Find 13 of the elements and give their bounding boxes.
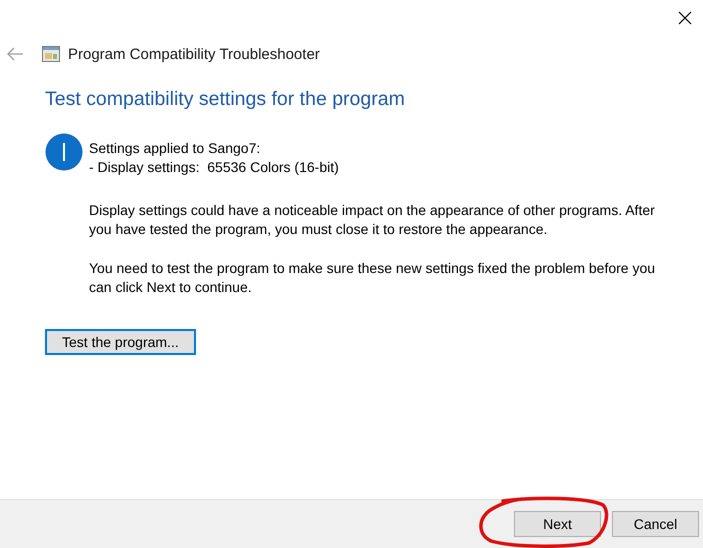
info-text: Settings applied to Sango7:	[89, 139, 262, 158]
cancel-button[interactable]: Cancel	[612, 511, 699, 537]
description-text: Display settings could have a noticeable impact on the appearance of other programs. After you have tested the program, you must close it to restore the appearance.	[89, 201, 656, 239]
back-arrow-icon[interactable]	[6, 47, 24, 61]
info-text: - Display settings: 65536 Colors (16-bit)	[89, 158, 339, 177]
info-icon	[45, 133, 83, 171]
app-window-icon	[42, 46, 60, 62]
close-button[interactable]	[676, 9, 694, 27]
description-text: You need to test the program to make sure these new settings fixed the problem before you can click Next to continue.	[89, 259, 656, 297]
test-program-button[interactable]: Test the program...	[45, 329, 196, 355]
next-button[interactable]: Next	[514, 511, 601, 537]
page-heading: Test compatibility settings for the program	[45, 88, 406, 111]
window-title: Program Compatibility Troubleshooter	[68, 46, 320, 62]
